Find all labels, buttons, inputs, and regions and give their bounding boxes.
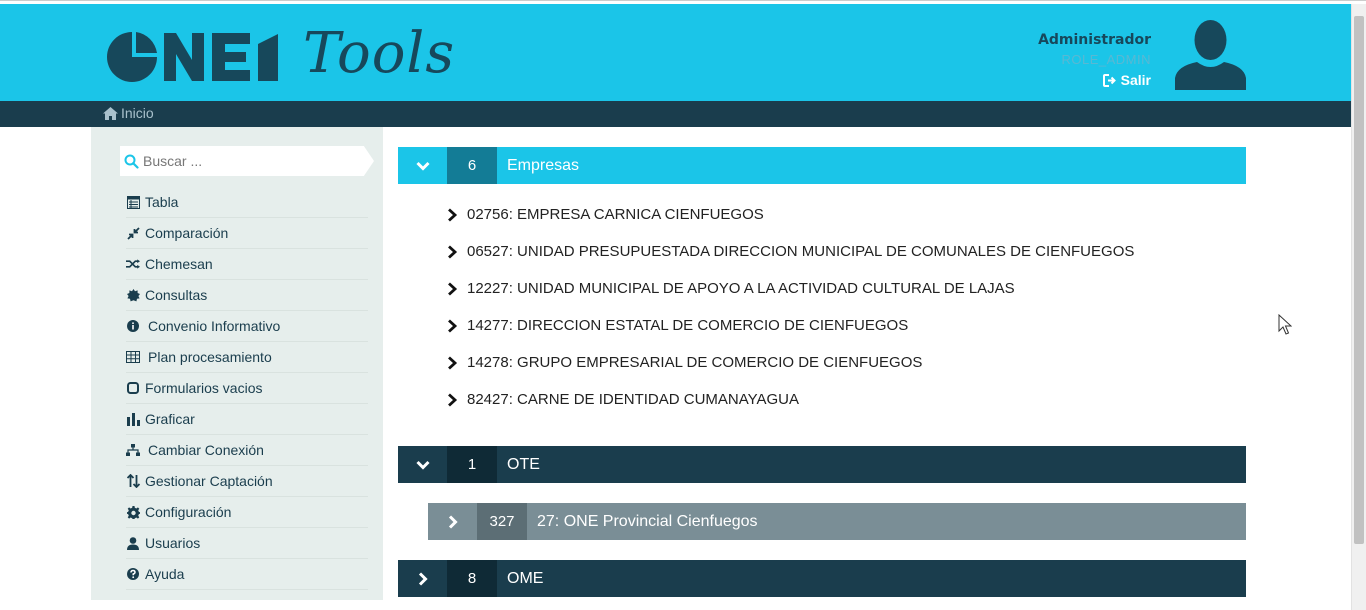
chevron-right-icon [398, 560, 447, 597]
sidebar-item-label: Tabla [145, 194, 179, 210]
sidebar-item-chemesan[interactable]: Chemesan [126, 249, 368, 280]
sidebar-item-label: Convenio Informativo [148, 318, 281, 334]
gear-icon [126, 505, 140, 519]
sidebar-item-label: Comparación [145, 225, 229, 241]
sidebar-item-label: Consultas [145, 287, 208, 303]
question-icon [126, 567, 140, 581]
list-item[interactable]: 14277: DIRECCION ESTATAL DE COMERCIO DE … [446, 307, 1134, 344]
provincial-count-badge: 327 [477, 503, 527, 540]
square-icon [126, 381, 140, 395]
user-icon [126, 536, 140, 550]
list-item[interactable]: 12227: UNIDAD MUNICIPAL DE APOYO A LA AC… [446, 270, 1134, 307]
search-input[interactable] [143, 153, 363, 169]
sidebar-item-label: Chemesan [145, 256, 213, 272]
chevron-right-icon [448, 355, 458, 370]
sidebar-item-label: Graficar [145, 411, 195, 427]
sidebar-item-comparacion[interactable]: Comparación [126, 218, 368, 249]
sidebar-item-label: Formularios vacios [145, 380, 263, 396]
scrollbar-thumb[interactable] [1354, 16, 1364, 544]
ome-count-badge: 8 [447, 560, 497, 597]
sidebar-item-captacion[interactable]: Gestionar Captación [126, 466, 368, 497]
one-logo [107, 32, 278, 82]
sidebar-item-convenio[interactable]: Convenio Informativo [126, 311, 368, 342]
sidebar-item-ayuda[interactable]: Ayuda [126, 559, 368, 590]
list-item[interactable]: 82427: CARNE DE IDENTIDAD CUMANAYAGUA [446, 381, 1134, 418]
search-box[interactable] [120, 146, 374, 176]
search-icon [124, 154, 139, 169]
sort-icon [126, 474, 140, 488]
sidebar-item-label: Gestionar Captación [145, 473, 273, 489]
list-item-label: 12227: UNIDAD MUNICIPAL DE APOYO A LA AC… [467, 280, 1015, 297]
chevron-right-icon [448, 281, 458, 296]
sidebar-item-label: Usuarios [145, 535, 201, 551]
breadcrumb-home-label: Inicio [121, 105, 154, 121]
panel-ote-header[interactable]: 1 OTE [398, 446, 1246, 483]
list-item-label: 02756: EMPRESA CARNICA CIENFUEGOS [467, 206, 764, 223]
empresas-list: 02756: EMPRESA CARNICA CIENFUEGOS 06527:… [446, 196, 1134, 418]
grid-icon [126, 350, 140, 364]
provincial-title: 27: ONE Provincial Cienfuegos [537, 512, 758, 530]
list-item-label: 82427: CARNE DE IDENTIDAD CUMANAYAGUA [467, 391, 800, 408]
sidebar-item-plan[interactable]: Plan procesamiento [126, 342, 368, 373]
chevron-down-icon [398, 147, 447, 184]
panel-ome-header[interactable]: 8 OME [398, 560, 1246, 597]
breadcrumb-bar: Inicio [0, 101, 1351, 127]
chevron-right-icon [428, 503, 477, 540]
bar-chart-icon [126, 412, 140, 426]
list-item-label: 14278: GRUPO EMPRESARIAL DE COMERCIO DE … [467, 354, 923, 371]
user-name: Administrador [1038, 32, 1151, 48]
table-icon [126, 195, 140, 209]
ote-count-badge: 1 [447, 446, 497, 483]
sidebar-item-label: Ayuda [145, 566, 185, 582]
mouse-cursor-icon [1278, 314, 1292, 335]
sidebar-item-usuarios[interactable]: Usuarios [126, 528, 368, 559]
user-role: ROLE_ADMIN [1061, 52, 1151, 67]
chevron-right-icon [448, 318, 458, 333]
home-icon [103, 106, 118, 120]
compress-icon [126, 226, 140, 240]
sidebar-item-label: Cambiar Conexión [148, 442, 264, 458]
empresas-count-badge: 6 [447, 147, 497, 184]
info-icon [126, 319, 140, 333]
empresas-title: Empresas [507, 156, 580, 174]
chevron-right-icon [448, 244, 458, 259]
sign-out-icon [1102, 73, 1116, 87]
certificate-icon [126, 288, 140, 302]
chevron-right-icon [448, 392, 458, 407]
sidebar-item-conexion[interactable]: Cambiar Conexión [126, 435, 368, 466]
sidebar-item-configuracion[interactable]: Configuración [126, 497, 368, 528]
list-item-label: 14277: DIRECCION ESTATAL DE COMERCIO DE … [467, 317, 909, 334]
logout-link[interactable]: Salir [1102, 70, 1151, 90]
sidebar: Tabla Comparación Chemesan Consultas Con… [91, 127, 383, 600]
sidebar-item-consultas[interactable]: Consultas [126, 280, 368, 311]
list-item[interactable]: 06527: UNIDAD PRESUPUESTADA DIRECCION MU… [446, 233, 1134, 270]
user-avatar[interactable] [1175, 16, 1246, 90]
sidebar-item-tabla[interactable]: Tabla [126, 187, 368, 218]
panel-empresas-header[interactable]: 6 Empresas [398, 147, 1246, 184]
logout-label: Salir [1120, 72, 1151, 88]
ome-title: OME [507, 569, 544, 587]
chevron-right-icon [448, 207, 458, 222]
tools-logo-text: Tools [303, 21, 456, 86]
sidebar-item-label: Plan procesamiento [148, 349, 272, 365]
sidebar-item-formularios[interactable]: Formularios vacios [126, 373, 368, 404]
page-scrollbar[interactable] [1351, 4, 1366, 610]
sidebar-menu: Tabla Comparación Chemesan Consultas Con… [126, 187, 368, 590]
sidebar-item-graficar[interactable]: Graficar [126, 404, 368, 435]
list-item[interactable]: 02756: EMPRESA CARNICA CIENFUEGOS [446, 196, 1134, 233]
user-info: Administrador ROLE_ADMIN Salir [1001, 30, 1151, 92]
ote-title: OTE [507, 455, 540, 473]
app-header: Tools Administrador ROLE_ADMIN Salir [0, 4, 1351, 101]
sitemap-icon [126, 443, 140, 457]
list-item[interactable]: 14278: GRUPO EMPRESARIAL DE COMERCIO DE … [446, 344, 1134, 381]
panel-provincial-header[interactable]: 327 27: ONE Provincial Cienfuegos [428, 503, 1246, 540]
random-icon [126, 257, 140, 271]
list-item-label: 06527: UNIDAD PRESUPUESTADA DIRECCION MU… [467, 243, 1135, 260]
breadcrumb-home[interactable]: Inicio [103, 105, 154, 121]
sidebar-item-label: Configuración [145, 504, 232, 520]
chevron-down-icon [398, 446, 447, 483]
